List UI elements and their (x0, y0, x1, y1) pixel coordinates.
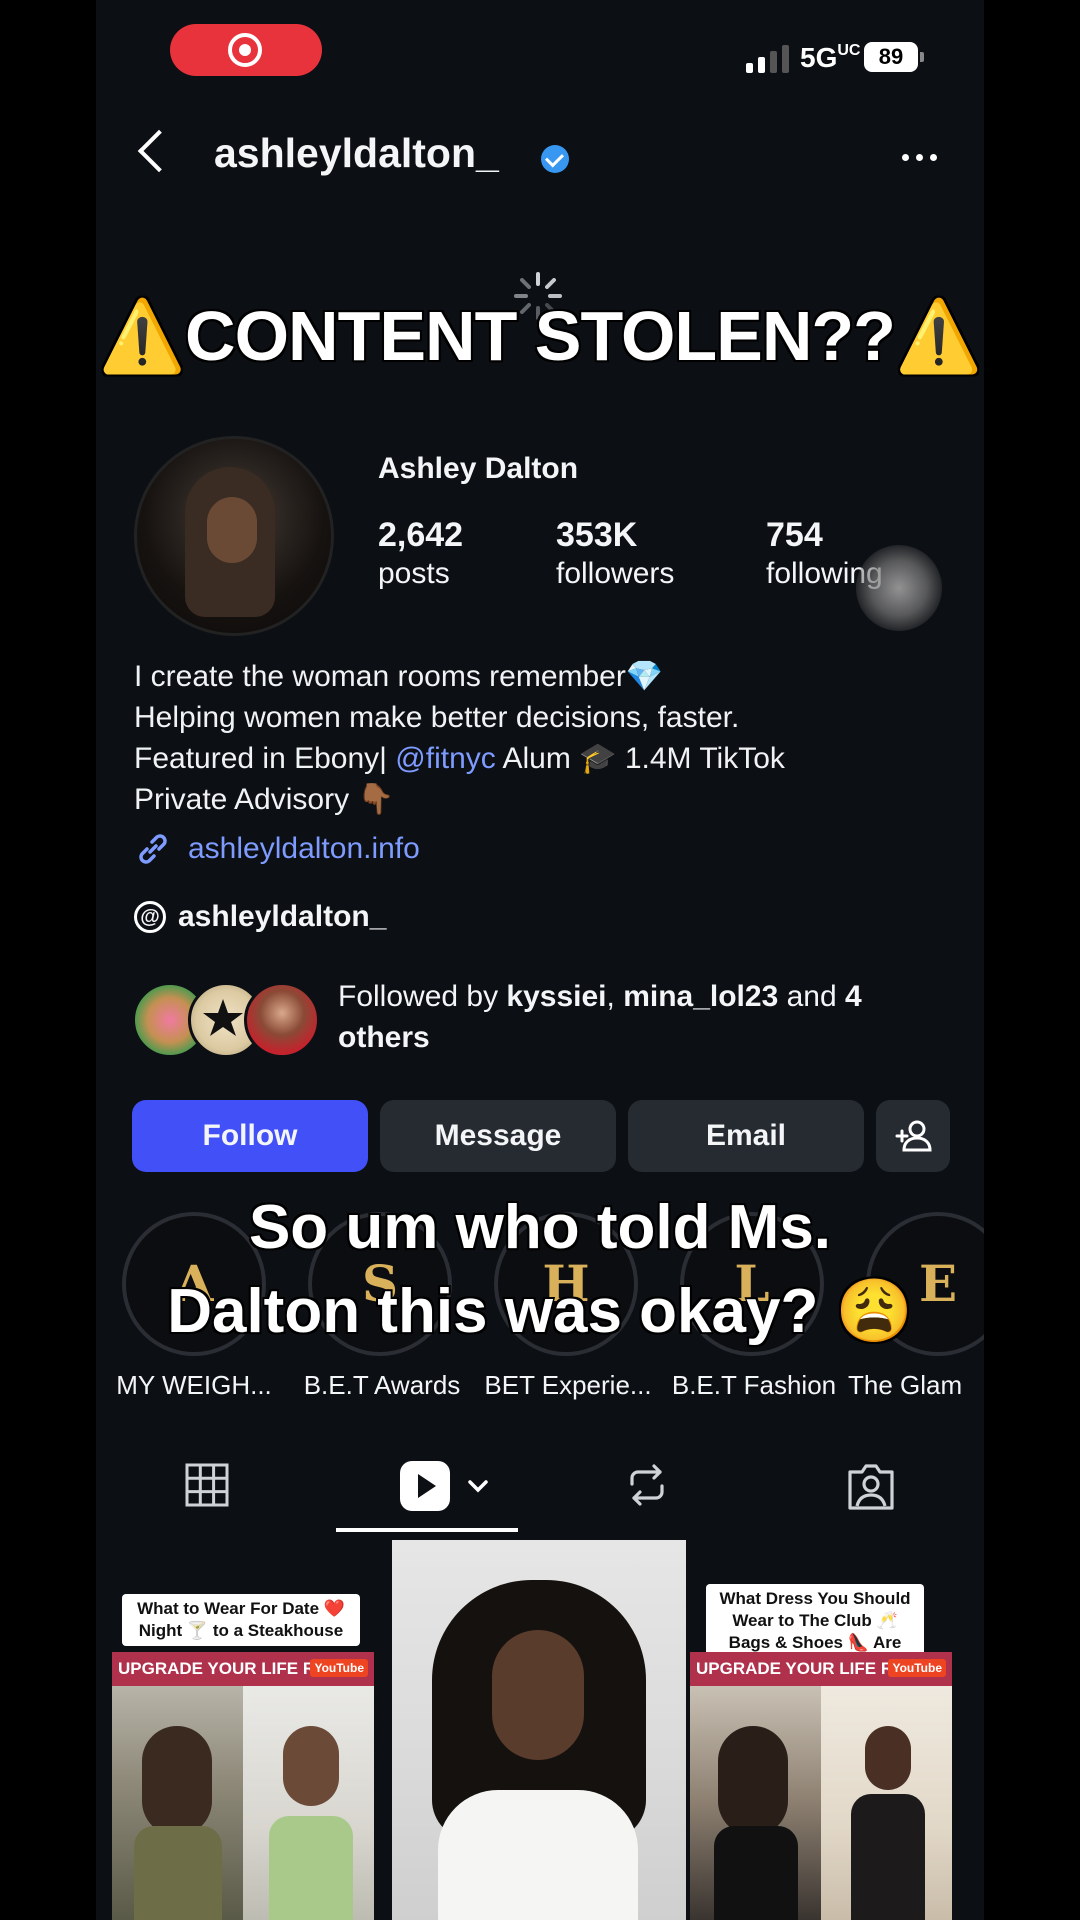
post-photo (690, 1686, 821, 1920)
profile-link[interactable]: ashleyldalton.info (134, 830, 420, 868)
avatar[interactable] (134, 436, 334, 636)
highlight-label: B.E.T Fashion (671, 1370, 837, 1400)
conjunction: and (778, 980, 845, 1013)
email-button[interactable]: Email (628, 1100, 864, 1172)
post-photo (821, 1686, 952, 1920)
stat-value: 353K (556, 516, 638, 554)
profile-link-text: ashleyldalton.info (188, 832, 420, 865)
bio-text: Featured in Ebony| (134, 742, 396, 775)
link-icon (139, 834, 167, 864)
post-tile[interactable] (392, 1540, 686, 1920)
caption-line: Dalton this was okay? 😩 (167, 1277, 913, 1346)
active-tab-indicator (336, 1528, 518, 1532)
youtube-badge: YouTube (310, 1659, 368, 1677)
threads-handle: ashleyldalton_ (178, 900, 387, 933)
headline-overlay: ⚠️CONTENT STOLEN??⚠️ (98, 297, 982, 375)
stat-label: followers (556, 557, 675, 590)
post-photo-face (492, 1630, 584, 1760)
highlight-label: MY WEIGH... (116, 1370, 272, 1400)
network-indicator: 5GUC (800, 42, 861, 73)
profile-handle: ashleyldalton_ (214, 130, 499, 176)
reels-icon[interactable] (400, 1460, 490, 1517)
follower-name: mina_lol23 (623, 980, 779, 1013)
follower-avatar[interactable] (244, 982, 320, 1058)
message-button[interactable]: Message (380, 1100, 616, 1172)
video-caption: So um who told Ms. Dalton this was okay?… (96, 1186, 984, 1354)
post-banner: UPGRADE YOUR LIFE RIGHT NOWYouTube (112, 1652, 374, 1712)
add-person-button[interactable] (876, 1100, 950, 1172)
bio-mention-link[interactable]: @fitnyc (395, 742, 495, 775)
highlight-label: BET Experie... (484, 1370, 652, 1400)
followed-by-prefix: Followed by (338, 980, 507, 1013)
follower-name: kyssiei (506, 980, 607, 1013)
threads-link[interactable]: @ ashleyldalton_ (134, 900, 386, 934)
battery-icon: 89 (864, 42, 924, 72)
followed-by-text[interactable]: Followed by kyssiei, mina_lol23 and 4 ot… (338, 976, 918, 1058)
caption-line: So um who told Ms. (248, 1193, 832, 1262)
followers-stat[interactable]: 353K followers (556, 516, 674, 591)
stat-value: 2,642 (378, 516, 464, 554)
record-icon[interactable] (170, 24, 322, 76)
repost-icon[interactable] (624, 1462, 670, 1513)
touch-indicator (856, 545, 942, 631)
stat-value: 754 (766, 516, 823, 554)
bio-text: Alum 🎓 1.4M TikTok (495, 742, 785, 775)
grid-icon[interactable] (184, 1462, 230, 1513)
stat-label: posts (378, 557, 450, 590)
bio-line: Helping women make better decisions, fas… (134, 701, 740, 734)
phone-screen: 5GUC 89 ashleyldalton_ Ashley Dalton 2,6… (96, 0, 984, 1920)
post-tile[interactable]: What to Wear For Date ❤️ Night 🍸 to a St… (96, 1540, 390, 1920)
posts-stat[interactable]: 2,642 posts (378, 516, 463, 591)
verified-badge-icon (541, 145, 569, 173)
threads-icon: @ (134, 901, 166, 933)
bio: I create the woman rooms remember💎 Helpi… (134, 656, 785, 820)
chevron-left-icon[interactable] (137, 129, 181, 173)
post-tile[interactable]: What Dress You Should Wear to The Club 🥂… (688, 1540, 982, 1920)
highlight-label: The Glam (848, 1370, 963, 1400)
highlight-label: B.E.T Awards (303, 1370, 461, 1400)
youtube-badge: YouTube (888, 1659, 946, 1677)
display-name: Ashley Dalton (378, 452, 579, 485)
more-horizontal-icon[interactable] (902, 154, 937, 161)
post-banner: UPGRADE YOUR LIFE RIGHT NOWYouTube (690, 1652, 952, 1712)
post-photo (112, 1686, 243, 1920)
bio-line: Private Advisory 👇🏾 (134, 783, 395, 816)
follow-button[interactable]: Follow (132, 1100, 368, 1172)
bio-line: I create the woman rooms remember💎 (134, 660, 664, 693)
signal-icon (746, 45, 789, 73)
post-photo (243, 1686, 374, 1920)
tagged-icon[interactable] (846, 1462, 896, 1517)
bio-line: Featured in Ebony| @fitnyc Alum 🎓 1.4M T… (134, 738, 785, 779)
separator: , (606, 980, 624, 1013)
post-caption: What to Wear For Date ❤️ Night 🍸 to a St… (122, 1594, 360, 1646)
post-photo-outfit (438, 1790, 638, 1920)
add-person-icon (895, 1120, 932, 1152)
